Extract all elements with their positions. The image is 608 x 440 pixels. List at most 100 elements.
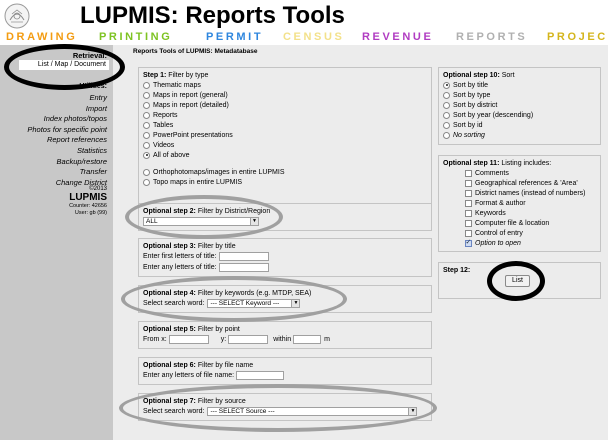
type-option[interactable]: Videos <box>143 140 427 150</box>
type-option[interactable]: Reports <box>143 110 427 120</box>
radio-icon[interactable] <box>143 131 150 139</box>
listing-checkbox-group: Comments Geographical references & 'Area… <box>443 168 596 248</box>
sidebar-item-import[interactable]: Import <box>27 104 107 115</box>
radio-icon[interactable] <box>143 121 150 129</box>
radio-icon[interactable] <box>443 101 450 109</box>
sidebar-heading: Retrieval: <box>72 51 107 60</box>
visit-counter: Counter: 42656 <box>69 203 107 209</box>
step12-box: Step 12: List <box>438 262 601 299</box>
listing-option[interactable]: Format & author <box>465 198 596 208</box>
sidebar-item-statistics[interactable]: Statistics <box>27 146 107 157</box>
sort-option-selected[interactable]: Sort by title <box>443 80 596 90</box>
type-option[interactable]: PowerPoint presentations <box>143 130 427 140</box>
sort-option[interactable]: Sort by type <box>443 90 596 100</box>
step10-heading: Optional step 10: Sort <box>443 72 515 79</box>
step1-heading: Step 1: Filter by type <box>143 72 209 79</box>
radio-icon[interactable] <box>143 91 150 99</box>
district-select[interactable]: ALL ▼ <box>143 217 259 226</box>
nav-projects[interactable]: PROJEC <box>547 31 608 43</box>
radio-icon[interactable] <box>443 111 450 119</box>
sort-option[interactable]: No sorting <box>443 130 596 140</box>
radio-icon[interactable] <box>443 91 450 99</box>
nav-permit[interactable]: PERMIT <box>206 31 263 43</box>
step4-box: Optional step 4: Filter by keywords (e.g… <box>138 285 432 313</box>
title-first-input[interactable] <box>218 252 269 261</box>
checkbox-icon[interactable] <box>465 219 472 227</box>
sidebar-item-entry[interactable]: Entry <box>27 93 107 104</box>
radio-icon[interactable] <box>443 131 450 139</box>
type-option[interactable]: Orthophotomaps/images in entire LUPMIS <box>143 167 427 177</box>
source-select[interactable]: --- SELECT Source --- ▼ <box>207 407 418 416</box>
sidebar-item-photos-point[interactable]: Photos for specific point <box>27 125 107 136</box>
step5-box: Optional step 5: Filter by point From x:… <box>138 321 432 349</box>
listing-option[interactable]: Comments <box>465 168 596 178</box>
step7-heading: Optional step 7: Filter by source <box>143 398 246 405</box>
step2-heading: Optional step 2: Filter by District/Regi… <box>143 208 271 215</box>
sidebar-item-transfer[interactable]: Transfer <box>27 167 107 178</box>
sidebar-item-index-photos[interactable]: Index photos/topos <box>27 114 107 125</box>
type-option[interactable]: Topo maps in entire LUPMIS <box>143 177 427 187</box>
type-option[interactable]: Maps in report (general) <box>143 90 427 100</box>
nav-drawing[interactable]: DRAWING <box>6 31 77 43</box>
checkbox-icon[interactable] <box>465 189 472 197</box>
title-any-input[interactable] <box>218 263 269 272</box>
page-title: LUPMIS: Reports Tools <box>80 2 345 29</box>
listing-option[interactable]: Computer file & location <box>465 218 596 228</box>
step11-heading: Optional step 11: Listing includes: <box>443 160 552 167</box>
type-radio-group: Thematic maps Maps in report (general) M… <box>143 80 427 160</box>
step1-box: Step 1: Filter by type Thematic maps Map… <box>138 67 432 218</box>
type-option-selected[interactable]: All of above <box>143 150 427 160</box>
filename-row: Enter any letters of file name: <box>143 370 427 381</box>
radio-icon[interactable] <box>443 121 450 129</box>
radio-icon-selected[interactable] <box>143 151 150 159</box>
point-y-input[interactable] <box>228 335 269 344</box>
point-row: From x: y: within m <box>143 335 330 344</box>
point-x-input[interactable] <box>168 335 209 344</box>
keyword-select[interactable]: --- SELECT Keyword --- ▼ <box>207 299 301 308</box>
footer-brand: LUPMIS <box>69 192 107 203</box>
chevron-down-icon: ▼ <box>291 300 300 307</box>
radio-icon[interactable] <box>143 101 150 109</box>
sidebar-item-list-map-document[interactable]: List / Map / Document <box>19 60 109 70</box>
step12-heading: Step 12: <box>443 267 471 274</box>
radio-icon[interactable] <box>143 81 150 89</box>
checkbox-icon[interactable] <box>465 179 472 187</box>
listing-option[interactable]: Keywords <box>465 208 596 218</box>
radio-icon-selected[interactable] <box>443 81 450 89</box>
radio-icon[interactable] <box>143 111 150 119</box>
step10-box: Optional step 10: Sort Sort by title Sor… <box>438 67 601 145</box>
radio-icon[interactable] <box>143 178 150 186</box>
listing-option-checked[interactable]: Option to open <box>465 238 596 248</box>
radio-icon[interactable] <box>143 141 150 149</box>
sidebar-item-backup-restore[interactable]: Backup/restore <box>27 157 107 168</box>
checkbox-icon[interactable] <box>465 229 472 237</box>
step3-heading: Optional step 3: Filter by title <box>143 243 236 250</box>
title-any-row: Enter any letters of title: <box>143 262 427 273</box>
radius-input[interactable] <box>293 335 322 344</box>
step6-box: Optional step 6: Filter by file name Ent… <box>138 357 432 385</box>
sort-option[interactable]: Sort by id <box>443 120 596 130</box>
nav-revenue[interactable]: REVENUE <box>362 31 433 43</box>
filename-input[interactable] <box>236 371 285 380</box>
type-option[interactable]: Thematic maps <box>143 80 427 90</box>
nav-reports[interactable]: REPORTS <box>456 31 527 43</box>
sort-option[interactable]: Sort by year (descending) <box>443 110 596 120</box>
checkbox-icon[interactable] <box>465 199 472 207</box>
nav-census[interactable]: CENSUS <box>283 31 344 43</box>
sort-option[interactable]: Sort by district <box>443 100 596 110</box>
checkbox-icon[interactable] <box>465 209 472 217</box>
step6-heading: Optional step 6: Filter by file name <box>143 362 254 369</box>
checkbox-checked-icon[interactable] <box>465 238 472 247</box>
nav-printing[interactable]: PRINTING <box>99 31 172 43</box>
type-option[interactable]: Maps in report (detailed) <box>143 100 427 110</box>
keyword-row: Select search word: --- SELECT Keyword -… <box>143 298 427 309</box>
type-option[interactable]: Tables <box>143 120 427 130</box>
radio-icon[interactable] <box>143 168 150 176</box>
main-panel: Reports Tools of LUPMIS: Metadatabase St… <box>113 45 608 440</box>
listing-option[interactable]: District names (instead of numbers) <box>465 188 596 198</box>
checkbox-icon[interactable] <box>465 169 472 177</box>
listing-option[interactable]: Geographical references & 'Area' <box>465 178 596 188</box>
sidebar-item-report-references[interactable]: Report references <box>27 135 107 146</box>
listing-option[interactable]: Control of entry <box>465 228 596 238</box>
list-button[interactable]: List <box>505 275 530 287</box>
